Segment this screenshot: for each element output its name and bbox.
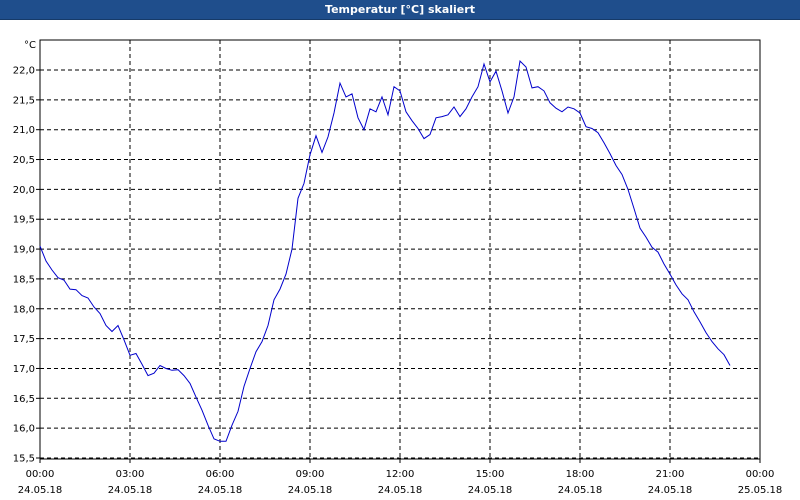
y-tick-label: 16,0 (13, 424, 35, 435)
y-tick-label: 18,5 (13, 274, 35, 285)
chart-window: Temperatur [°C] skaliert 22,0 21,5 21,0 20,… (0, 0, 800, 500)
x-tick-time-label: 21:00 (656, 469, 685, 480)
y-tick-label: 20,0 (13, 185, 35, 196)
x-tick-time-label: 12:00 (386, 469, 415, 480)
y-tick-label: 18,0 (13, 304, 35, 315)
x-tick-date-label: 25.05.18 (738, 485, 783, 496)
y-tick-label: 19,0 (13, 245, 35, 256)
x-tick-date-label: 24.05.18 (378, 485, 423, 496)
y-tick-label: 15,5 (13, 454, 35, 465)
y-tick-label: 20,5 (13, 155, 35, 166)
x-tick-time-label: 00:00 (26, 469, 55, 480)
y-axis-unit-label: °C (24, 40, 36, 51)
y-tick-label: 21,5 (13, 95, 35, 106)
y-tick-label: 22,0 (13, 66, 35, 77)
grid (40, 40, 760, 459)
x-tick-date-label: 24.05.18 (558, 485, 603, 496)
x-tick-time-label: 18:00 (566, 469, 595, 480)
x-tick-date-label: 24.05.18 (108, 485, 153, 496)
x-tick-time-label: 03:00 (116, 469, 145, 480)
x-axis: 00:00 24.05.18 03:00 24.05.18 06:00 24.05.18 0… (18, 459, 783, 496)
x-tick-date-label: 24.05.18 (648, 485, 693, 496)
y-tick-label: 17,5 (13, 334, 35, 345)
x-tick-date-label: 24.05.18 (468, 485, 513, 496)
y-tick-label: 19,5 (13, 215, 35, 226)
x-tick-time-label: 00:00 (746, 469, 775, 480)
y-axis: 22,0 21,5 21,0 20,5 20,0 19,5 19,0 18,5 18,0 17,5… (13, 66, 40, 465)
temperature-chart: 22,0 21,5 21,0 20,5 20,0 19,5 19,0 18,5 18,0 17,5… (13, 39, 783, 496)
y-tick-label: 21,0 (13, 125, 35, 136)
y-tick-label: 17,0 (13, 364, 35, 375)
x-tick-time-label: 06:00 (206, 469, 235, 480)
temperature-series-line (39, 59, 731, 442)
x-tick-date-label: 24.05.18 (198, 485, 243, 496)
x-tick-date-label: 24.05.18 (18, 485, 63, 496)
x-tick-date-label: 24.05.18 (288, 485, 333, 496)
x-tick-time-label: 09:00 (296, 469, 325, 480)
x-tick-time-label: 15:00 (476, 469, 505, 480)
y-tick-label: 16,5 (13, 394, 35, 405)
